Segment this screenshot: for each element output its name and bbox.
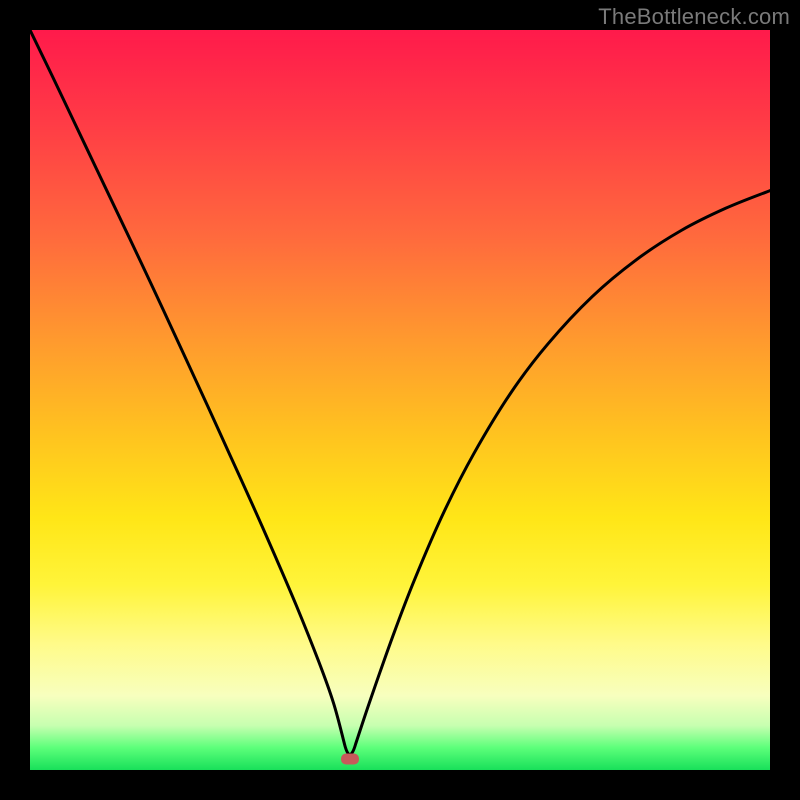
minimum-marker [341, 753, 359, 764]
plot-area [30, 30, 770, 770]
watermark-text: TheBottleneck.com [598, 4, 790, 30]
chart-frame: TheBottleneck.com [0, 0, 800, 800]
bottleneck-curve [30, 30, 770, 755]
curve-svg [30, 30, 770, 770]
